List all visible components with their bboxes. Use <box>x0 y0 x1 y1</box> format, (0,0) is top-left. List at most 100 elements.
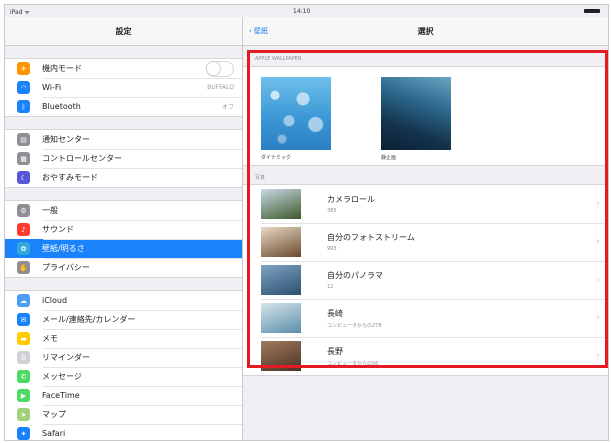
settings-group: ⚙ 一般 ♪ サウンド ✿ 壁紙/明るさ ✋ プライバシー <box>5 200 242 278</box>
sidebar-item[interactable]: ➤ マップ <box>5 405 242 424</box>
album-thumbnail <box>261 227 301 257</box>
album-text: 長崎 コンピュータからの278 <box>327 308 382 329</box>
wallpaper-choose-pane: ‹ 壁紙 選択 APPLE WALLPAPER ダイナミック 静止画 写真 カメ… <box>243 17 608 440</box>
sidebar-item[interactable]: ▬ メモ <box>5 329 242 348</box>
photos-section-header: 写真 <box>255 174 266 181</box>
still-wallpaper-thumbnail[interactable] <box>381 77 451 150</box>
album-text: 長野コンピュータからの56 <box>327 346 378 367</box>
sidebar-item[interactable]: ☾ おやすみモード <box>5 168 242 187</box>
sidebar-item[interactable]: ᛒ Bluetooth オフ <box>5 97 242 116</box>
sidebar-item[interactable]: ▦ コントロールセンター <box>5 149 242 168</box>
sidebar-item[interactable]: ✦ Safari <box>5 424 242 440</box>
sidebar-item-label: 機内モード <box>42 64 82 73</box>
page-title: 選択 <box>417 27 434 36</box>
facetime-icon: ▶ <box>17 389 30 402</box>
mail-icon: ✉ <box>17 313 30 326</box>
sidebar-item-label: おやすみモード <box>42 173 98 182</box>
album-text: 自分のフォトストリーム 993 <box>327 232 415 252</box>
notification-center-icon: ▤ <box>17 133 30 146</box>
settings-group: ✈ 機内モード ◠ Wi-Fi BUFFALO ᛒ Bluetooth オフ <box>5 58 242 117</box>
clock: 14:10 <box>293 8 311 15</box>
chevron-right-icon: › <box>596 199 600 209</box>
album-row[interactable]: 自分のフォトストリーム 993 › <box>243 223 608 261</box>
sidebar-item[interactable]: ▤ 通知センター <box>5 130 242 149</box>
album-count: 12 <box>327 284 334 290</box>
sidebar-item-label: Wi-Fi <box>42 83 62 92</box>
sidebar-item[interactable]: ▶ FaceTime <box>5 386 242 405</box>
do-not-disturb-icon: ☾ <box>17 171 30 184</box>
airplane-mode-toggle[interactable] <box>206 60 234 77</box>
album-name: 長野 <box>327 346 343 356</box>
detail-navbar: ‹ 壁紙 選択 <box>243 17 608 46</box>
album-count: コンピュータからの56 <box>327 360 379 367</box>
reminders-icon: ☰ <box>17 351 30 364</box>
general-gear-icon: ⚙ <box>17 204 30 217</box>
settings-group: ▤ 通知センター ▦ コントロールセンター ☾ おやすみモード <box>5 129 242 188</box>
album-count: 993 <box>327 246 337 252</box>
album-row[interactable]: 長崎 コンピュータからの278 › <box>243 299 608 337</box>
sidebar-groups: ✈ 機内モード ◠ Wi-Fi BUFFALO ᛒ Bluetooth オフ ▤ 通知センター ▦ コ… <box>5 46 242 440</box>
sidebar-item[interactable]: ✉ メール/連絡先/カレンダー <box>5 310 242 329</box>
apple-wallpaper-group: ダイナミック 静止画 <box>243 66 608 166</box>
photo-albums-list: カメラロール 385 › 自分のフォトストリーム 993 › 自分のパノラマ 12 › 長崎 コンピ… <box>243 184 608 376</box>
control-center-icon: ▦ <box>17 152 30 165</box>
album-thumbnail <box>261 265 301 295</box>
still-wallpaper-label: 静止画 <box>381 155 397 161</box>
sidebar-item-label: Bluetooth <box>42 102 81 111</box>
maps-icon: ➤ <box>17 408 30 421</box>
sidebar-item-value: オフ <box>221 104 234 111</box>
sidebar-item[interactable]: ⚙ 一般 <box>5 201 242 220</box>
album-row[interactable]: カメラロール 385 › <box>243 185 608 223</box>
notes-icon: ▬ <box>17 332 30 345</box>
sidebar-item-label: 通知センター <box>42 135 90 144</box>
album-count: 385 <box>327 208 337 214</box>
sidebar-item[interactable]: ◠ Wi-Fi BUFFALO <box>5 78 242 97</box>
album-text: 自分のパノラマ 12 <box>327 270 383 290</box>
album-name: カメラロール <box>327 195 375 204</box>
airplane-icon: ✈ <box>17 62 30 75</box>
sidebar-item[interactable]: ♪ サウンド <box>5 220 242 239</box>
settings-group: ☁ iCloud ✉ メール/連絡先/カレンダー ▬ メモ ☰ リマインダー ✆ メッセージ ▶ Fa… <box>5 290 242 440</box>
messages-icon: ✆ <box>17 370 30 383</box>
dynamic-wallpaper-label: ダイナミック <box>261 155 291 161</box>
album-row[interactable]: 自分のパノラマ 12 › <box>243 261 608 299</box>
sidebar-item-label: サウンド <box>42 225 74 234</box>
chevron-right-icon: › <box>596 351 600 361</box>
album-row[interactable]: 長野コンピュータからの56 › <box>243 337 608 375</box>
sidebar-item-label: 一般 <box>42 206 58 215</box>
album-count: コンピュータからの278 <box>327 322 382 329</box>
chevron-right-icon: › <box>596 237 600 247</box>
album-name: 自分のパノラマ <box>327 271 383 280</box>
sidebar-item[interactable]: ☰ リマインダー <box>5 348 242 367</box>
icloud-icon: ☁ <box>17 294 30 307</box>
sidebar-title: 設定 <box>5 17 242 46</box>
wifi-icon: ◠ <box>17 81 30 94</box>
album-thumbnail <box>261 303 301 333</box>
sidebar-item-label: FaceTime <box>42 391 80 400</box>
sidebar-item[interactable]: ☁ iCloud <box>5 291 242 310</box>
status-bar: iPad ᯤ 14:10 <box>5 5 608 17</box>
album-text: カメラロール 385 <box>327 194 375 214</box>
sidebar-item-label: リマインダー <box>42 353 90 362</box>
wallpaper-brightness-icon: ✿ <box>17 242 30 255</box>
privacy-hand-icon: ✋ <box>17 261 30 274</box>
sidebar-item-label: プライバシー <box>42 263 90 272</box>
sidebar-item-value: BUFFALO <box>207 84 234 91</box>
apple-wallpaper-section-header: APPLE WALLPAPER <box>255 56 302 62</box>
chevron-right-icon: › <box>596 275 600 285</box>
sound-icon: ♪ <box>17 223 30 236</box>
sidebar-item[interactable]: ✆ メッセージ <box>5 367 242 386</box>
album-thumbnail <box>261 341 301 371</box>
sidebar-item[interactable]: ✈ 機内モード <box>5 59 242 78</box>
sidebar-item-label: メモ <box>42 334 58 343</box>
sidebar-item[interactable]: ✿ 壁紙/明るさ <box>5 239 242 258</box>
sidebar-item-label: iCloud <box>42 296 68 305</box>
sidebar-item[interactable]: ✋ プライバシー <box>5 258 242 277</box>
sidebar-item-label: 壁紙/明るさ <box>42 244 85 253</box>
sidebar-item-label: コントロールセンター <box>42 154 122 163</box>
sidebar-item-label: メール/連絡先/カレンダー <box>42 315 136 324</box>
dynamic-wallpaper-thumbnail[interactable] <box>261 77 331 150</box>
